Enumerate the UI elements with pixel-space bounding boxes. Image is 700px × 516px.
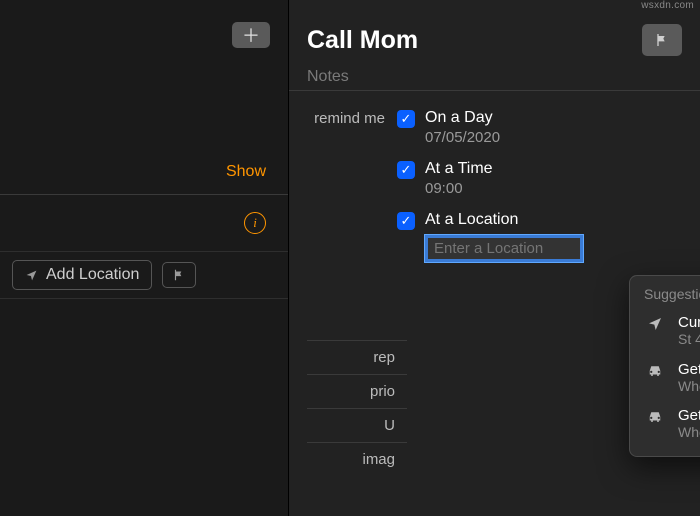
show-completed-link[interactable]: Show (226, 163, 266, 181)
add-button[interactable]: ＋ (232, 22, 270, 48)
suggestion-desc: When connected to any paired car (678, 378, 700, 396)
option-at-a-time: ✓ At a Time 09:00 (397, 160, 682, 197)
info-icon[interactable]: i (244, 212, 266, 234)
suggestion-desc: St 42 Sec C Ph 1 Lahore Pakistan (678, 331, 700, 349)
completed-section: Show (0, 150, 288, 195)
option-at-a-location: ✓ At a Location (397, 211, 682, 262)
suggestion-desc: When disconnected from any paired (678, 424, 700, 442)
repeat-label: rep (307, 340, 407, 374)
flag-icon (172, 268, 186, 282)
car-icon (644, 407, 666, 423)
on-a-day-checkbox[interactable]: ✓ (397, 110, 415, 128)
checkmark-icon: ✓ (401, 162, 412, 178)
url-label: U (307, 408, 407, 442)
add-location-label: Add Location (46, 266, 139, 284)
suggestion-name: Getting in Car (678, 361, 700, 378)
reminder-title[interactable]: Call Mom (307, 26, 418, 55)
location-suggestions-popover: Suggestions Current Location St 42 Sec C… (629, 275, 700, 457)
location-arrow-icon (644, 314, 666, 332)
location-input[interactable] (425, 235, 583, 262)
suggestion-name: Getting out of Car (678, 407, 700, 424)
notes-field[interactable]: Notes (289, 62, 700, 91)
notes-placeholder: Notes (307, 68, 349, 85)
car-icon (644, 361, 666, 377)
at-a-location-checkbox[interactable]: ✓ (397, 212, 415, 230)
option-on-a-day: ✓ On a Day 07/05/2020 (397, 109, 682, 146)
remind-me-section: remind me ✓ On a Day 07/05/2020 ✓ (289, 91, 700, 276)
lower-form-labels: rep prio U imag (307, 340, 407, 476)
suggestion-current-location[interactable]: Current Location St 42 Sec C Ph 1 Lahore… (630, 308, 700, 355)
flag-toggle-button[interactable] (162, 262, 196, 288)
flag-button[interactable] (642, 24, 682, 56)
checkmark-icon: ✓ (401, 213, 412, 229)
checkmark-icon: ✓ (401, 111, 412, 127)
reminder-item-row[interactable]: i (0, 195, 288, 251)
priority-label: prio (307, 374, 407, 408)
location-row: Add Location (0, 251, 288, 299)
at-a-time-value[interactable]: 09:00 (425, 180, 493, 197)
suggestions-heading: Suggestions (630, 286, 700, 308)
sidebar: ＋ Show i Add Location (0, 0, 288, 516)
suggestion-name: Current Location (678, 314, 700, 331)
suggestion-getting-in-car[interactable]: Getting in Car When connected to any pai… (630, 355, 700, 402)
flag-icon (654, 32, 670, 48)
at-a-time-checkbox[interactable]: ✓ (397, 161, 415, 179)
image-label: imag (307, 442, 407, 476)
location-arrow-icon (25, 269, 38, 282)
on-a-day-value[interactable]: 07/05/2020 (425, 129, 500, 146)
add-location-button[interactable]: Add Location (12, 260, 152, 290)
suggestion-getting-out-of-car[interactable]: Getting out of Car When disconnected fro… (630, 401, 700, 448)
at-a-time-title: At a Time (425, 160, 493, 178)
at-a-location-title: At a Location (425, 211, 583, 229)
watermark: wsxdn.com (641, 0, 694, 11)
detail-pane: wsxdn.com Call Mom Notes remind me ✓ On … (288, 0, 700, 516)
on-a-day-title: On a Day (425, 109, 500, 127)
plus-icon: ＋ (242, 22, 260, 48)
remind-me-label: remind me (307, 109, 397, 276)
detail-header: Call Mom (289, 24, 700, 62)
